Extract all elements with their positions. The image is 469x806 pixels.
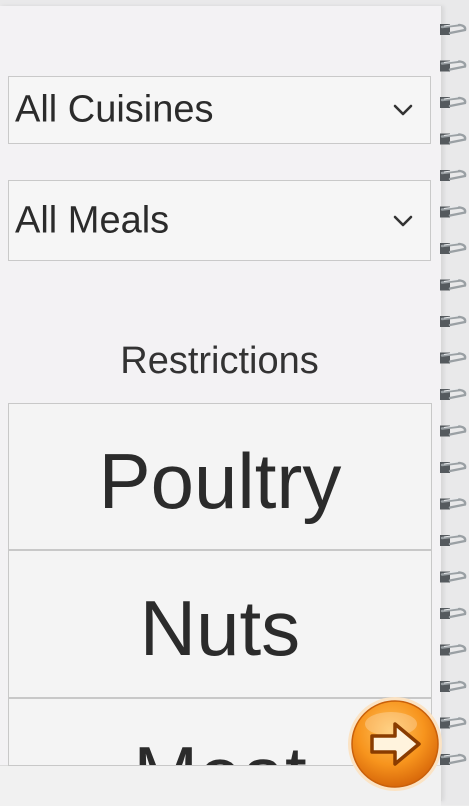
spiral-ring-icon (440, 644, 467, 656)
spiral-binding-icon (440, 23, 467, 765)
spiral-ring-icon (440, 169, 467, 181)
restriction-poultry-button[interactable]: Poultry (8, 403, 432, 550)
spiral-ring-icon (440, 133, 467, 145)
cuisine-select-value: All Cuisines (15, 88, 214, 131)
spiral-ring-icon (440, 425, 467, 437)
notebook-page: All Cuisines All Meals Restrictions Poul… (0, 0, 469, 806)
restriction-label: Poultry (98, 437, 342, 525)
cuisine-select[interactable]: All Cuisines (8, 76, 431, 144)
chevron-down-icon (393, 104, 413, 116)
chevron-down-icon (393, 215, 413, 226)
spiral-ring-icon (440, 242, 467, 254)
spiral-ring-icon (440, 461, 467, 473)
meal-select-value: All Meals (15, 199, 170, 241)
spiral-ring-icon (440, 23, 467, 35)
spiral-ring-icon (440, 315, 467, 327)
spiral-ring-icon (440, 607, 467, 619)
restrictions-heading: Restrictions (120, 340, 319, 382)
spiral-ring-icon (440, 96, 467, 108)
meal-select[interactable]: All Meals (8, 180, 431, 261)
spiral-ring-icon (440, 352, 467, 364)
restriction-label: Nuts (139, 584, 301, 672)
spiral-ring-icon (440, 534, 467, 546)
spiral-ring-icon (440, 279, 467, 291)
restriction-nuts-button[interactable]: Nuts (8, 550, 432, 698)
spiral-ring-icon (440, 571, 467, 583)
next-button[interactable] (345, 694, 445, 794)
spiral-ring-icon (440, 388, 467, 400)
spiral-ring-icon (440, 680, 467, 692)
spiral-ring-icon (440, 206, 467, 218)
spiral-ring-icon (440, 60, 467, 72)
spiral-ring-icon (440, 498, 467, 510)
